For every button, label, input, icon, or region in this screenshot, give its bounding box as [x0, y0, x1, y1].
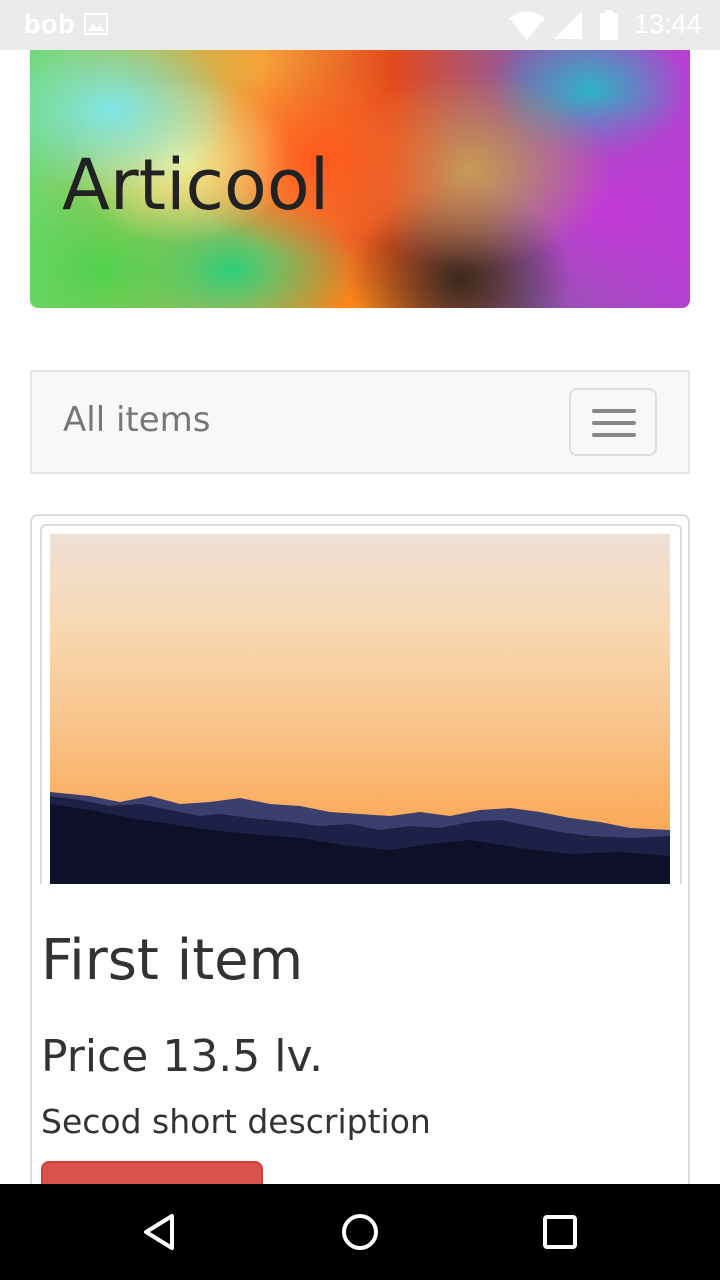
battery-icon: [600, 10, 618, 40]
item-thumbnail-frame: [40, 524, 682, 884]
navbar: All items: [30, 370, 690, 474]
wifi-icon: [509, 11, 545, 40]
item-price: Price 13.5 lv.: [41, 1031, 324, 1082]
screen: bob 13:44 Articool All items First item …: [0, 0, 720, 1280]
item-description: Secod short description: [41, 1102, 431, 1141]
hamburger-menu-button[interactable]: [569, 388, 657, 456]
recents-icon[interactable]: [536, 1208, 584, 1256]
mountain-silhouette: [50, 792, 670, 884]
hamburger-bar: [592, 421, 636, 425]
hamburger-bar: [592, 409, 636, 413]
hamburger-bar: [592, 433, 636, 437]
site-title: Articool: [62, 144, 330, 226]
home-icon[interactable]: [336, 1208, 384, 1256]
status-clock: 13:44: [634, 9, 702, 39]
status-bar: bob 13:44: [0, 0, 720, 50]
system-navigation-bar: [0, 1184, 720, 1280]
status-owner-label: bob: [24, 9, 75, 39]
header-banner: Articool: [30, 50, 690, 308]
item-image[interactable]: [50, 534, 670, 884]
back-icon[interactable]: [136, 1208, 184, 1256]
item-card: First item Price 13.5 lv. Secod short de…: [30, 514, 690, 1234]
item-title: First item: [41, 928, 304, 993]
signal-icon: [554, 11, 582, 39]
navbar-brand-link[interactable]: All items: [63, 400, 211, 440]
image-icon: [84, 13, 108, 35]
